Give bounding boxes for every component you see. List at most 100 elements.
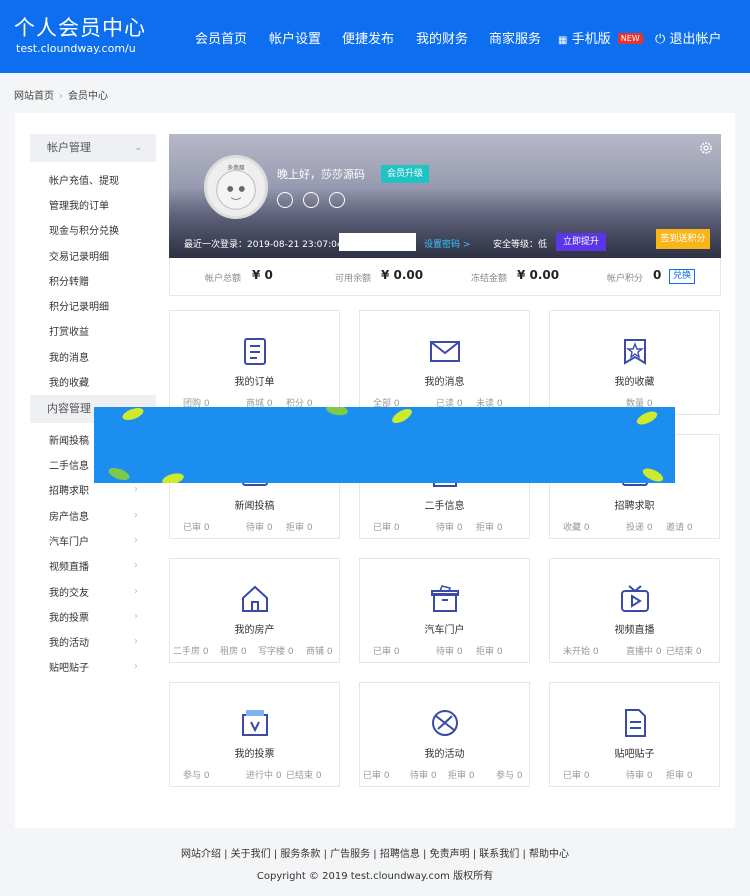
security-upgrade-button[interactable]: 立即提升: [556, 233, 606, 251]
site-title: 个人会员中心: [14, 16, 146, 40]
sidebar-item-recharge[interactable]: 帐户充值、提现: [49, 172, 119, 187]
card-car[interactable]: 汽车门户 已审 0 待审 0 拒审 0: [359, 558, 530, 663]
card-stat: 待审 0: [246, 523, 273, 533]
sidebar-item-activities[interactable]: 我的活动: [49, 634, 89, 649]
card-stat: 已审 0: [183, 523, 210, 533]
available-value: ¥ 0.00: [381, 268, 424, 282]
nav-quick-publish[interactable]: 便捷发布: [342, 28, 394, 47]
card-house[interactable]: 我的房产 二手房 0 租房 0 写字楼 0 商铺 0: [169, 558, 340, 663]
power-icon: ⏻: [655, 32, 666, 47]
card-activity[interactable]: 我的活动 已审 0 待审 0 拒审 0 参与 0: [359, 682, 530, 787]
sign-in-button[interactable]: 签到送积分: [656, 229, 710, 249]
chevron-right-icon: ›: [134, 636, 138, 647]
nav-account-settings[interactable]: 帐户设置: [269, 28, 321, 47]
sidebar-item-orders[interactable]: 管理我的订单: [49, 197, 109, 212]
overlay-banner: [94, 407, 675, 483]
footer-links[interactable]: 网站介绍 | 关于我们 | 服务条款 | 广告服务 | 招聘信息 | 免责声明 …: [0, 845, 750, 860]
alert-icon[interactable]: [277, 192, 293, 208]
total-label: 帐户总额: [205, 274, 242, 284]
card-title: 新闻投稿: [234, 501, 275, 512]
sidebar-item-transactions[interactable]: 交易记录明细: [49, 248, 109, 263]
card-title: 我的订单: [234, 377, 275, 388]
site-url: test.cloundway.com/u: [16, 42, 136, 55]
sidebar-item-exchange[interactable]: 现金与积分兑换: [49, 222, 119, 237]
card-stat: 收藏 0: [563, 523, 590, 533]
card-title: 我的活动: [424, 749, 465, 760]
upgrade-button[interactable]: 会员升级: [381, 165, 429, 183]
sidebar-item-points-log[interactable]: 积分记录明细: [49, 298, 109, 313]
sidebar-item-live[interactable]: 视频直播: [49, 558, 89, 573]
card-title: 我的收藏: [614, 377, 655, 388]
set-password-link[interactable]: 设置密码 >: [424, 237, 470, 250]
card-stat: 已审 0: [563, 771, 590, 781]
exchange-button[interactable]: 兑换: [669, 269, 695, 284]
card-stat: 投递 0: [626, 523, 653, 533]
card-title: 我的房产: [234, 625, 275, 636]
sidebar-item-votes[interactable]: 我的投票: [49, 609, 89, 624]
last-login: 最近一次登录：2019-08-21 23:07:04: [184, 240, 343, 250]
post-icon: [625, 709, 646, 737]
sidebar-item-news[interactable]: 新闻投稿: [49, 432, 89, 447]
card-title: 我的消息: [424, 377, 465, 388]
card-message[interactable]: 我的消息 全部 0 已读 0 未读 0: [359, 310, 530, 415]
card-favorite[interactable]: 我的收藏 数量 0: [549, 310, 720, 415]
sidebar-item-jobs[interactable]: 招聘求职: [49, 482, 89, 497]
nav-mobile[interactable]: ▦ 手机版 NEW: [558, 28, 643, 47]
card-stat: 已结束 0: [666, 647, 702, 657]
gear-icon[interactable]: [698, 140, 714, 156]
house-icon: [242, 585, 268, 612]
chevron-down-icon: ⌄: [134, 143, 142, 153]
card-post[interactable]: 贴吧贴子 已审 0 待审 0 拒审 0: [549, 682, 720, 787]
card-tv[interactable]: 视频直播未开始 0 直播中 0 已结束 0: [549, 558, 720, 663]
chevron-right-icon: ›: [134, 661, 138, 672]
card-stat: 待审 0: [410, 771, 437, 781]
mail-icon[interactable]: [329, 192, 345, 208]
leaf-shape: [640, 465, 666, 483]
leaf-shape: [325, 407, 349, 417]
new-badge: NEW: [617, 33, 643, 44]
sidebar-item-favorites[interactable]: 我的收藏: [49, 374, 89, 389]
avatar-text: 多燕瘦: [227, 164, 245, 172]
card-title: 二手信息: [424, 501, 465, 512]
sidebar-section-account[interactable]: 帐户管理 ⌄: [30, 134, 156, 162]
order-icon: [244, 338, 266, 365]
nav-logout[interactable]: ⏻ 退出帐户: [655, 28, 721, 47]
sidebar-item-cars[interactable]: 汽车门户: [49, 533, 89, 548]
nav-my-finance[interactable]: 我的财务: [416, 28, 468, 47]
car-icon: [431, 585, 459, 612]
sidebar-item-secondhand[interactable]: 二手信息: [49, 457, 89, 472]
breadcrumb-home[interactable]: 网站首页: [14, 91, 54, 102]
points-value: 0: [653, 268, 662, 282]
card-stat: 未开始 0: [563, 647, 599, 657]
card-title: 视频直播: [614, 625, 655, 636]
card-stat: 已审 0: [373, 647, 400, 657]
phone-icon[interactable]: [303, 192, 319, 208]
card-vote[interactable]: 我的投票 参与 0 进行中 0 已结束 0: [169, 682, 340, 787]
sidebar-item-tips[interactable]: 打赏收益: [49, 323, 89, 338]
qrcode-icon: ▦: [558, 35, 568, 46]
sidebar-item-messages[interactable]: 我的消息: [49, 349, 89, 364]
card-stat: 写字楼 0: [258, 647, 294, 657]
card-stat: 二手房 0: [173, 647, 209, 657]
greeting: 晚上好，莎莎源码: [277, 168, 365, 181]
activity-icon: [432, 710, 458, 736]
frozen-label: 冻结金额: [471, 274, 508, 284]
nav-member-home[interactable]: 会员首页: [195, 28, 247, 47]
nav-merchant-service[interactable]: 商家服务: [489, 28, 541, 47]
chevron-right-icon: ›: [134, 510, 138, 521]
card-title: 我的投票: [234, 749, 275, 760]
points-label: 帐户积分: [607, 274, 644, 284]
vote-icon: [242, 710, 268, 736]
sidebar-item-dating[interactable]: 我的交友: [49, 584, 89, 599]
sidebar-item-points-transfer[interactable]: 积分转赠: [49, 273, 89, 288]
sidebar-item-posts[interactable]: 贴吧贴子: [49, 659, 89, 674]
breadcrumb-separator: ›: [59, 91, 63, 102]
avatar[interactable]: 多燕瘦: [204, 155, 268, 219]
sidebar-item-realestate[interactable]: 房产信息: [49, 508, 89, 523]
card-order[interactable]: 我的订单 团购 0 商城 0 积分 0: [169, 310, 340, 415]
card-stat: 待审 0: [436, 523, 463, 533]
card-title: 汽车门户: [424, 625, 465, 636]
card-stat: 参与 0: [496, 771, 523, 781]
leaf-shape: [106, 465, 132, 483]
card-stat: 直播中 0: [626, 647, 662, 657]
